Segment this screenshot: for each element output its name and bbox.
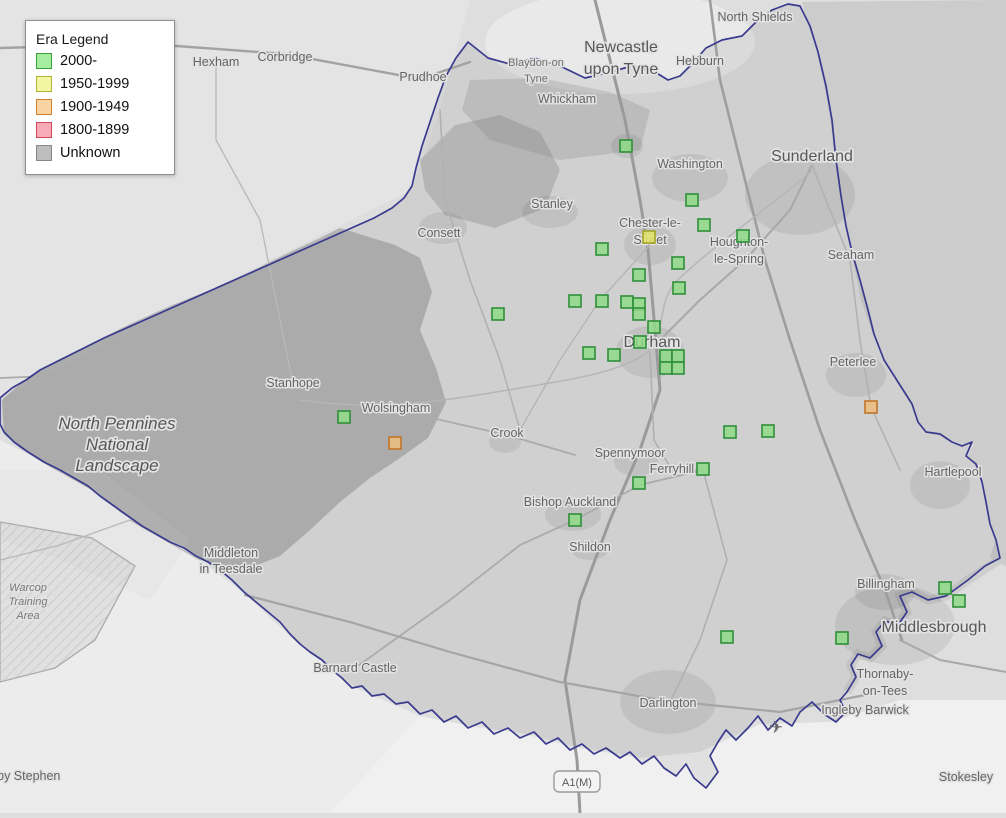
era-marker-e2000[interactable] <box>721 631 733 643</box>
era-marker-e2000[interactable] <box>673 282 685 294</box>
era-marker-e2000[interactable] <box>660 350 672 362</box>
legend-label: 1800-1899 <box>60 122 129 138</box>
era-marker-e2000[interactable] <box>672 350 684 362</box>
map-label-hartlepool: Hartlepool <box>925 465 982 479</box>
era-marker-e2000[interactable] <box>762 425 774 437</box>
map-label-durham: Durham <box>624 334 681 351</box>
map-label-bishop-auckland: Bishop Auckland <box>524 495 616 509</box>
era-marker-e2000[interactable] <box>608 349 620 361</box>
legend-swatch-e2000 <box>36 53 52 69</box>
era-marker-e1900[interactable] <box>865 401 877 413</box>
legend-entry-e1900: 1900-1949 <box>36 99 164 115</box>
map-label-sunderland: Sunderland <box>771 148 853 165</box>
legend-title: Era Legend <box>36 31 164 47</box>
era-legend-panel: Era Legend 2000- 1950-1999 1900-1949 1800-1… <box>25 20 175 175</box>
era-marker-e2000[interactable] <box>492 308 504 320</box>
era-marker-e2000[interactable] <box>724 426 736 438</box>
era-marker-e2000[interactable] <box>621 296 633 308</box>
map-label-peterlee: Peterlee <box>830 355 877 369</box>
era-marker-e2000[interactable] <box>836 632 848 644</box>
map-label-crook: Crook <box>490 426 524 440</box>
era-marker-e2000[interactable] <box>686 194 698 206</box>
legend-swatch-e1800 <box>36 122 52 138</box>
legend-swatch-e1950 <box>36 76 52 92</box>
era-marker-e2000[interactable] <box>737 230 749 242</box>
era-marker-e2000[interactable] <box>648 321 660 333</box>
airport-icon: ✈ <box>769 718 783 737</box>
legend-entry-e1800: 1800-1899 <box>36 122 164 138</box>
map-label-north-shields: North Shields <box>717 10 792 24</box>
map-label-washington: Washington <box>657 157 723 171</box>
map-label-ferryhill: Ferryhill <box>650 462 694 476</box>
legend-label: Unknown <box>60 145 120 161</box>
era-marker-e2000[interactable] <box>697 463 709 475</box>
legend-entry-e1950: 1950-1999 <box>36 76 164 92</box>
map-label-stanhope: Stanhope <box>266 376 320 390</box>
era-marker-e2000[interactable] <box>939 582 951 594</box>
era-marker-e2000[interactable] <box>672 257 684 269</box>
legend-entries: 2000- 1950-1999 1900-1949 1800-1899 Unknown <box>36 53 164 161</box>
map-label-wolsingham: Wolsingham <box>362 401 431 415</box>
road-badge-label: A1(M) <box>562 777 592 789</box>
era-marker-e2000[interactable] <box>633 308 645 320</box>
map-label-barnard-castle: Barnard Castle <box>313 661 396 675</box>
map-label-stanley: Stanley <box>531 197 573 211</box>
map-label-seaham: Seaham <box>828 248 875 262</box>
legend-label: 2000- <box>60 53 97 69</box>
era-marker-e2000[interactable] <box>596 243 608 255</box>
road-badge: A1(M) <box>554 771 600 792</box>
map-label-stokesley: Stokesley <box>939 770 994 784</box>
map-label-consett: Consett <box>417 226 461 240</box>
map-label-middlesbrough: Middlesbrough <box>882 619 987 636</box>
era-marker-e2000[interactable] <box>633 269 645 281</box>
era-marker-e2000[interactable] <box>634 336 646 348</box>
era-marker-e1900[interactable] <box>389 437 401 449</box>
era-marker-e2000[interactable] <box>953 595 965 607</box>
map-label-kirkby-stephen: Kirkby Stephen <box>0 769 60 783</box>
era-marker-e2000[interactable] <box>569 295 581 307</box>
era-marker-e1950[interactable] <box>643 231 655 243</box>
legend-label: 1900-1949 <box>60 99 129 115</box>
map-label-hebburn: Hebburn <box>676 54 724 68</box>
legend-swatch-e1900 <box>36 99 52 115</box>
map-label-hexham: Hexham <box>193 55 240 69</box>
legend-swatch-unknown <box>36 145 52 161</box>
era-marker-e2000[interactable] <box>583 347 595 359</box>
map-label-ingleby-barwick: Ingleby Barwick <box>821 703 909 717</box>
era-marker-e2000[interactable] <box>698 219 710 231</box>
map-label-billingham: Billingham <box>857 577 915 591</box>
map-label-darlington: Darlington <box>640 696 697 710</box>
era-marker-e2000[interactable] <box>338 411 350 423</box>
era-marker-e2000[interactable] <box>633 477 645 489</box>
map-label-prudhoe: Prudhoe <box>399 70 446 84</box>
legend-entry-unknown: Unknown <box>36 145 164 161</box>
map-label-corbridge: Corbridge <box>258 50 313 64</box>
era-marker-e2000[interactable] <box>660 362 672 374</box>
map-label-whickham: Whickham <box>538 92 596 106</box>
era-marker-e2000[interactable] <box>569 514 581 526</box>
era-marker-e2000[interactable] <box>596 295 608 307</box>
legend-entry-e2000: 2000- <box>36 53 164 69</box>
era-marker-e2000[interactable] <box>620 140 632 152</box>
map-label-spennymoor: Spennymoor <box>595 446 666 460</box>
map-label-shildon: Shildon <box>569 540 611 554</box>
era-marker-e2000[interactable] <box>672 362 684 374</box>
legend-label: 1950-1999 <box>60 76 129 92</box>
